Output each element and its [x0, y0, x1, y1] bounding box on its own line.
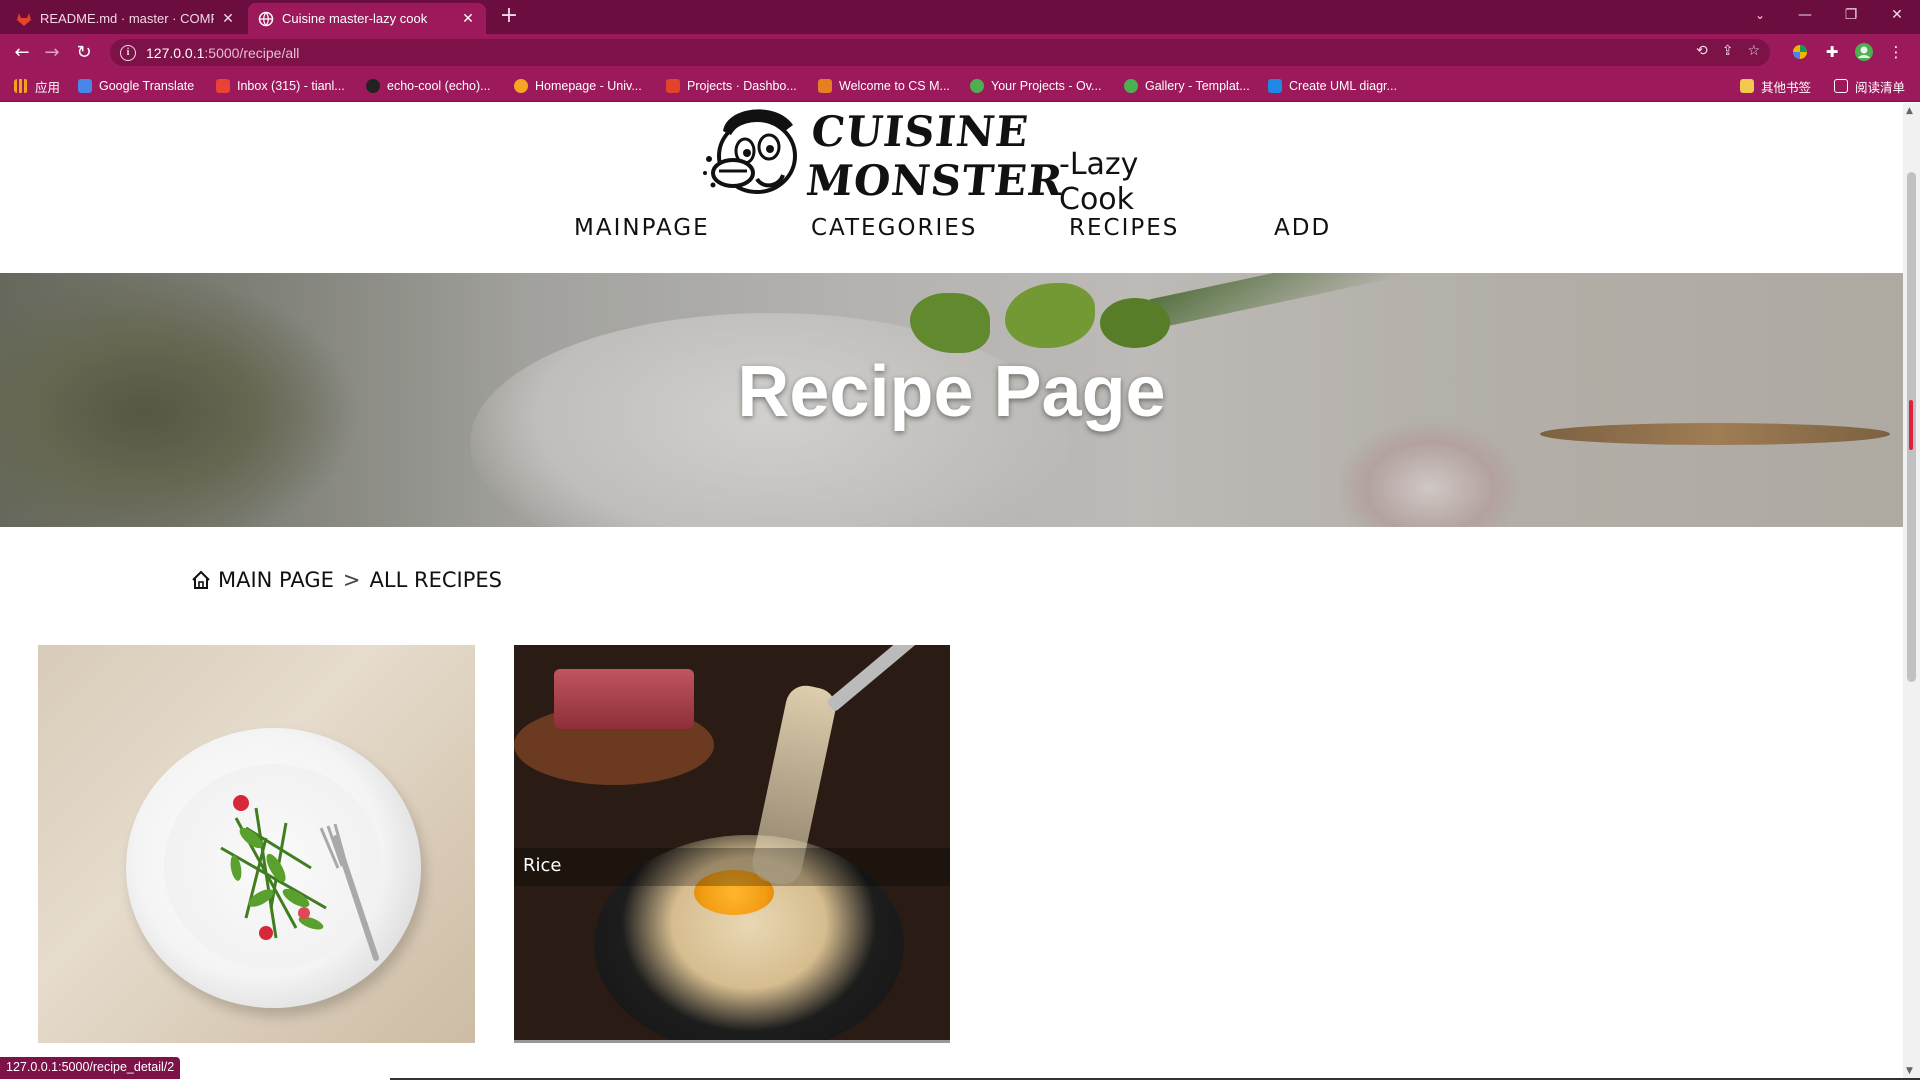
extension-color-icon[interactable]	[1788, 40, 1812, 64]
recipe-title: Rice	[523, 855, 562, 876]
nav-mainpage[interactable]: MAINPAGE	[574, 215, 710, 241]
tab-cuisine[interactable]: Cuisine master-lazy cook ✕	[248, 3, 486, 34]
breadcrumb-main-page[interactable]: MAIN PAGE	[218, 568, 334, 592]
breadcrumb-current: ALL RECIPES	[369, 568, 502, 592]
menu-kebab-icon[interactable]: ⋮	[1884, 40, 1908, 64]
gitlab-icon	[666, 79, 680, 93]
site-info-icon[interactable]: i	[120, 44, 136, 61]
overleaf-icon	[1124, 79, 1138, 93]
share-icon[interactable]: ⇪	[1722, 43, 1734, 59]
google-translate-icon	[78, 79, 92, 93]
github-icon	[366, 79, 380, 93]
restore-button[interactable]: ❐	[1828, 0, 1874, 30]
bookmark-echo-cool[interactable]: echo-cool (echo)...	[366, 70, 491, 102]
bookmark-uml[interactable]: Create UML diagr...	[1268, 70, 1397, 102]
breadcrumb: MAIN PAGE > ALL RECIPES	[190, 568, 502, 592]
scroll-down-arrow-icon[interactable]: ▼	[1906, 1066, 1913, 1076]
cs-icon	[818, 79, 832, 93]
gmail-icon	[216, 79, 230, 93]
bookmark-inbox[interactable]: Inbox (315) - tianl...	[216, 70, 345, 102]
back-icon[interactable]: ←	[10, 40, 34, 64]
overleaf-icon	[970, 79, 984, 93]
nav-add[interactable]: ADD	[1274, 215, 1331, 241]
home-icon[interactable]	[190, 569, 212, 591]
logo-subtitle: -Lazy Cook	[1059, 147, 1139, 217]
address-bar[interactable]: i 127.0.0.1 :5000/recipe/all ⟲ ⇪ ☆	[110, 39, 1770, 66]
breadcrumb-separator: >	[342, 568, 361, 592]
bookmark-your-projects[interactable]: Your Projects - Ov...	[970, 70, 1101, 102]
tab-title: Cuisine master-lazy cook	[282, 11, 428, 26]
bookmark-google-translate[interactable]: Google Translate	[78, 70, 194, 102]
reload-icon[interactable]: ↻	[72, 40, 96, 64]
university-icon	[514, 79, 528, 93]
bookmarks-bar: 应用 Google Translate Inbox (315) - tianl.…	[0, 70, 1920, 102]
nav-recipes[interactable]: RECIPES	[1069, 215, 1179, 241]
status-bar-url: 127.0.0.1:5000/recipe_detail/2	[0, 1057, 181, 1079]
nav-categories[interactable]: CATEGORIES	[811, 215, 977, 241]
reading-list[interactable]: 阅读清单	[1834, 70, 1905, 102]
scroll-up-arrow-icon[interactable]: ▲	[1906, 106, 1913, 116]
tab-search-icon[interactable]: ⌄	[1740, 0, 1780, 30]
bookmark-apps[interactable]: 应用	[14, 70, 60, 102]
hero-banner: Recipe Page	[0, 273, 1903, 527]
forward-icon[interactable]: →	[40, 40, 64, 64]
recipe-card[interactable]	[38, 645, 475, 1043]
recipe-card[interactable]: Rice	[514, 645, 950, 1043]
tab-strip: README.md · master · COMP3 ✕ Cuisine mas…	[0, 0, 1920, 34]
gitlab-icon	[16, 11, 32, 27]
url-host: 127.0.0.1	[146, 44, 205, 61]
apps-grid-icon	[14, 79, 28, 93]
monster-mascot-icon	[703, 109, 797, 194]
bookmark-gallery[interactable]: Gallery - Templat...	[1124, 70, 1250, 102]
browser-toolbar: ← → ↻ i 127.0.0.1 :5000/recipe/all ⟲ ⇪ ☆…	[0, 34, 1920, 70]
folder-icon	[1740, 79, 1754, 93]
uml-icon	[1268, 79, 1282, 93]
bookmark-star-icon[interactable]: ☆	[1747, 43, 1760, 59]
salad-image	[126, 728, 421, 1008]
close-tab-icon[interactable]: ✕	[460, 11, 476, 27]
minimize-button[interactable]: —	[1782, 0, 1828, 30]
close-tab-icon[interactable]: ✕	[220, 11, 236, 27]
extensions-puzzle-icon[interactable]: ✚	[1820, 40, 1844, 64]
tab-readme[interactable]: README.md · master · COMP3 ✕	[6, 3, 246, 34]
bookmark-homepage[interactable]: Homepage - Univ...	[514, 70, 642, 102]
url-path: :5000/recipe/all	[204, 44, 300, 61]
page-title: Recipe Page	[737, 352, 1166, 432]
close-window-button[interactable]: ✕	[1874, 0, 1920, 30]
page-viewport: CUISINE MONSTER -Lazy Cook MAINPAGE CATE…	[0, 103, 1903, 1080]
translate-icon[interactable]: ⟲	[1696, 43, 1708, 59]
profile-avatar[interactable]	[1852, 40, 1876, 64]
scroll-position-marker	[1909, 400, 1913, 450]
new-tab-button[interactable]: +	[498, 5, 520, 28]
main-nav: MAINPAGE CATEGORIES RECIPES ADD	[0, 215, 1903, 255]
bookmark-other-folder[interactable]: 其他书签	[1740, 70, 1811, 102]
bookmark-projects[interactable]: Projects · Dashbo...	[666, 70, 797, 102]
globe-icon	[258, 11, 274, 27]
tab-title: README.md · master · COMP3	[40, 11, 214, 26]
site-logo[interactable]: CUISINE MONSTER -Lazy Cook	[697, 103, 1207, 217]
bookmark-welcome-cs[interactable]: Welcome to CS M...	[818, 70, 950, 102]
reading-list-icon	[1834, 79, 1848, 93]
